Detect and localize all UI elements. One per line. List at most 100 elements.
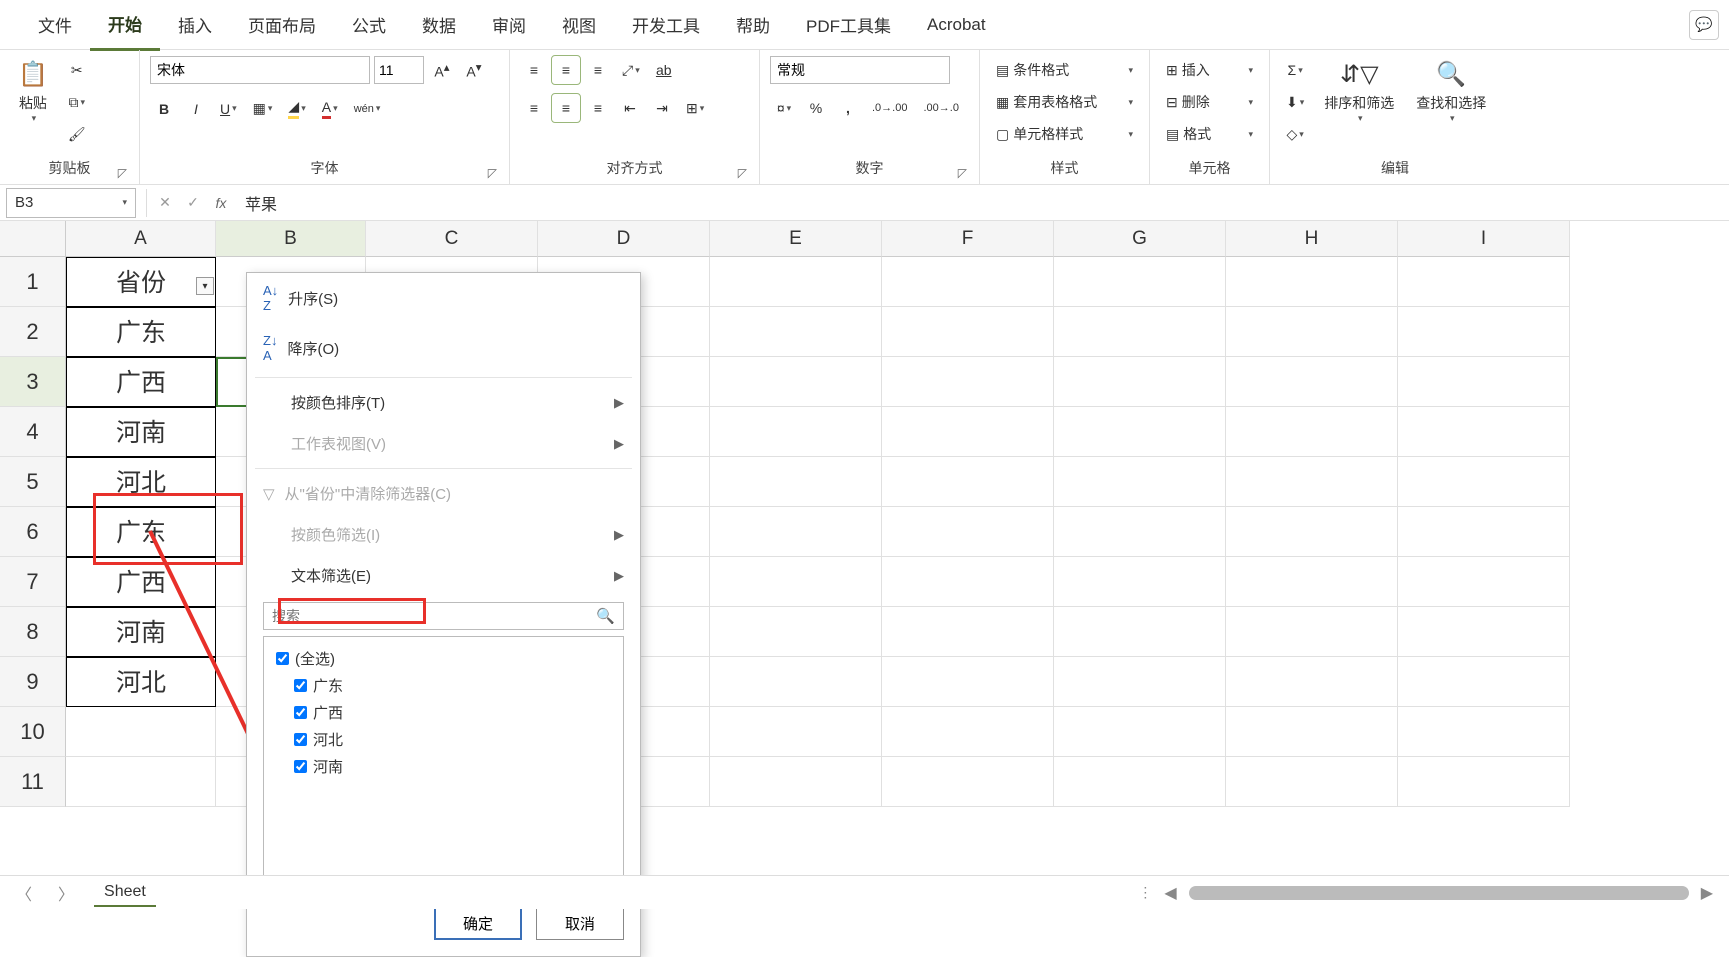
filter-item[interactable]: 广东 <box>290 672 615 699</box>
dialog-launcher-icon[interactable]: ◸ <box>488 166 497 180</box>
col-header-C[interactable]: C <box>366 221 538 257</box>
tab-insert[interactable]: 插入 <box>160 0 230 49</box>
filter-search-box[interactable]: 🔍 <box>263 602 624 630</box>
comma-style-button[interactable]: , <box>834 94 862 122</box>
align-bottom-button[interactable]: ≡ <box>584 56 612 84</box>
format-as-table-button[interactable]: ▦套用表格格式▾ <box>990 88 1139 116</box>
cell-I6[interactable] <box>1398 507 1570 557</box>
cell-A7[interactable]: 广西 <box>66 557 216 607</box>
font-color-button[interactable]: A▾ <box>316 95 344 123</box>
sort-descending-item[interactable]: Z↓A 降序(O) <box>247 323 640 373</box>
align-top-button[interactable]: ≡ <box>520 56 548 84</box>
clear-button[interactable]: ◇▾ <box>1280 120 1310 148</box>
cell-E10[interactable] <box>710 707 882 757</box>
row-header-7[interactable]: 7 <box>0 557 66 607</box>
cell-G8[interactable] <box>1054 607 1226 657</box>
number-format-combo[interactable] <box>770 56 950 84</box>
cell-F10[interactable] <box>882 707 1054 757</box>
cancel-edit-button[interactable]: ✕ <box>151 189 179 217</box>
tab-help[interactable]: 帮助 <box>718 0 788 49</box>
fill-button[interactable]: ⬇▾ <box>1280 88 1310 116</box>
col-header-A[interactable]: A <box>66 221 216 257</box>
sort-filter-button[interactable]: ⇵▽ 排序和筛选▾ <box>1316 56 1402 128</box>
cell-A1[interactable]: 省份 <box>66 257 216 307</box>
sort-by-color-item[interactable]: 按颜色排序(T)▶ <box>247 382 640 423</box>
cell-H5[interactable] <box>1226 457 1398 507</box>
increase-decimal-button[interactable]: .0→.00 <box>866 94 913 122</box>
hscroll-left[interactable]: ◀ <box>1158 883 1182 903</box>
cut-button[interactable]: ✂ <box>62 56 92 84</box>
merge-center-button[interactable]: ⊞▾ <box>680 94 710 122</box>
tab-page-layout[interactable]: 页面布局 <box>230 0 334 49</box>
underline-button[interactable]: U▾ <box>214 95 243 123</box>
dialog-launcher-icon[interactable]: ◸ <box>738 166 747 180</box>
cell-H2[interactable] <box>1226 307 1398 357</box>
tab-acrobat[interactable]: Acrobat <box>909 3 1004 47</box>
cell-F5[interactable] <box>882 457 1054 507</box>
filter-cancel-button[interactable]: 取消 <box>536 906 624 940</box>
cell-G11[interactable] <box>1054 757 1226 807</box>
cell-A3[interactable]: 广西 <box>66 357 216 407</box>
cell-H10[interactable] <box>1226 707 1398 757</box>
cell-H9[interactable] <box>1226 657 1398 707</box>
cell-H11[interactable] <box>1226 757 1398 807</box>
cell-G7[interactable] <box>1054 557 1226 607</box>
col-header-I[interactable]: I <box>1398 221 1570 257</box>
row-header-1[interactable]: 1 <box>0 257 66 307</box>
row-header-2[interactable]: 2 <box>0 307 66 357</box>
cell-H1[interactable] <box>1226 257 1398 307</box>
cell-E1[interactable] <box>710 257 882 307</box>
cell-E11[interactable] <box>710 757 882 807</box>
cell-A9[interactable]: 河北 <box>66 657 216 707</box>
dialog-launcher-icon[interactable]: ◸ <box>118 166 127 180</box>
cell-A11[interactable] <box>66 757 216 807</box>
cell-G10[interactable] <box>1054 707 1226 757</box>
copy-button[interactable]: ⧉▾ <box>62 88 92 116</box>
cell-A10[interactable] <box>66 707 216 757</box>
cell-E7[interactable] <box>710 557 882 607</box>
insert-cells-button[interactable]: ⊞插入▾ <box>1160 56 1259 84</box>
cell-F11[interactable] <box>882 757 1054 807</box>
cell-E3[interactable] <box>710 357 882 407</box>
tab-data[interactable]: 数据 <box>404 0 474 49</box>
cell-F1[interactable] <box>882 257 1054 307</box>
filter-select-all[interactable]: (全选) <box>272 645 615 672</box>
find-select-button[interactable]: 🔍 查找和选择▾ <box>1408 56 1494 128</box>
cell-G3[interactable] <box>1054 357 1226 407</box>
cell-I7[interactable] <box>1398 557 1570 607</box>
cell-A2[interactable]: 广东 <box>66 307 216 357</box>
cell-H8[interactable] <box>1226 607 1398 657</box>
select-all-corner[interactable] <box>0 221 66 257</box>
format-painter-button[interactable]: 🖌 <box>62 120 92 148</box>
sort-ascending-item[interactable]: A↓Z 升序(S) <box>247 273 640 323</box>
row-header-6[interactable]: 6 <box>0 507 66 557</box>
row-header-3[interactable]: 3 <box>0 357 66 407</box>
sheet-tab[interactable]: Sheet <box>94 879 156 907</box>
confirm-edit-button[interactable]: ✓ <box>179 189 207 217</box>
tab-review[interactable]: 审阅 <box>474 0 544 49</box>
cell-G1[interactable] <box>1054 257 1226 307</box>
hscroll-thumb[interactable] <box>1189 886 1689 900</box>
cell-styles-button[interactable]: ▢单元格样式▾ <box>990 120 1139 148</box>
tab-developer[interactable]: 开发工具 <box>614 0 718 49</box>
decrease-decimal-button[interactable]: .00→.0 <box>917 94 964 122</box>
phonetic-guide-button[interactable]: wén▾ <box>348 95 387 123</box>
cell-I8[interactable] <box>1398 607 1570 657</box>
align-middle-button[interactable]: ≡ <box>552 56 580 84</box>
cell-E9[interactable] <box>710 657 882 707</box>
filter-ok-button[interactable]: 确定 <box>434 906 522 940</box>
cell-I1[interactable] <box>1398 257 1570 307</box>
cell-A8[interactable]: 河南 <box>66 607 216 657</box>
cell-F6[interactable] <box>882 507 1054 557</box>
cell-I11[interactable] <box>1398 757 1570 807</box>
bold-button[interactable]: B <box>150 95 178 123</box>
cell-G5[interactable] <box>1054 457 1226 507</box>
row-header-9[interactable]: 9 <box>0 657 66 707</box>
col-header-F[interactable]: F <box>882 221 1054 257</box>
cell-F2[interactable] <box>882 307 1054 357</box>
cell-A4[interactable]: 河南 <box>66 407 216 457</box>
col-header-E[interactable]: E <box>710 221 882 257</box>
cell-H3[interactable] <box>1226 357 1398 407</box>
delete-cells-button[interactable]: ⊟删除▾ <box>1160 88 1259 116</box>
sheet-nav-prev[interactable]: 〈 <box>10 881 38 905</box>
